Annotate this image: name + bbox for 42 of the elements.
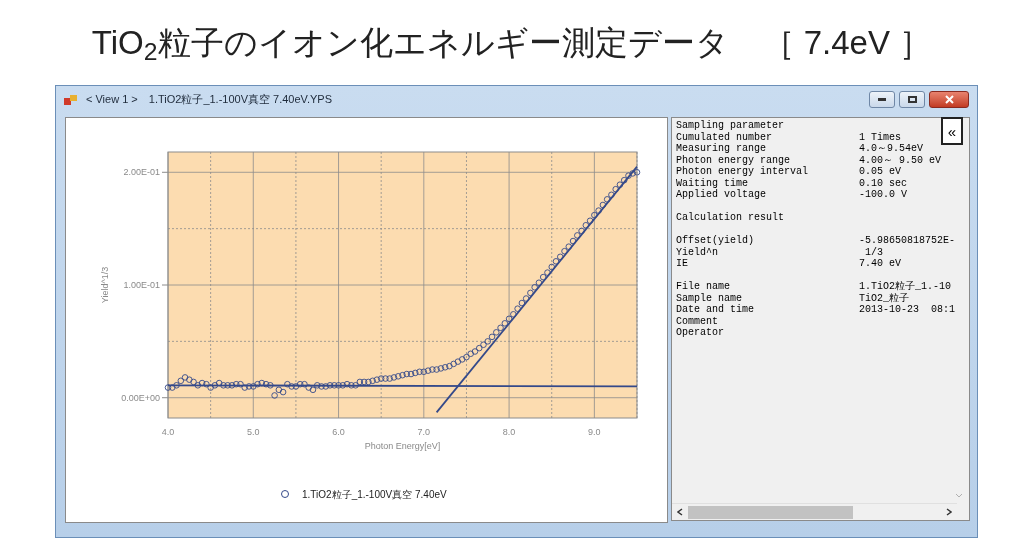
- page-heading: TiO$_{2}$粒子のイオン化エネルギー測定データ ［ 7.4eV ］: [91, 22, 933, 67]
- x-tick-label: 9.0: [588, 427, 601, 437]
- x-tick-label: 5.0: [247, 427, 260, 437]
- x-tick-label: 8.0: [502, 427, 516, 437]
- info-value: 2013-10-23 08:1: [859, 304, 955, 316]
- info-label: Date and time: [676, 304, 755, 316]
- info-label: Offset(yield): [676, 235, 755, 247]
- info-value: 0.05 eV: [859, 166, 901, 178]
- info-value: 7.40 eV: [859, 258, 901, 270]
- info-label: Cumulated number: [676, 131, 773, 143]
- info-label: Comment: [676, 315, 719, 327]
- info-label: Photon energy interval: [676, 166, 810, 178]
- legend-label: 1.TiO2粒子_1.-100V真空 7.40eV: [302, 489, 447, 500]
- info-value: -100.0 V: [859, 189, 907, 201]
- info-value: 0.10 sec: [859, 177, 907, 189]
- window-title: < View 1 > 1.TiO2粒子_1.-100V真空 7.40eV.YPS: [86, 92, 332, 108]
- info-label: Operator: [676, 327, 725, 339]
- info-label: Measuring range: [676, 143, 767, 155]
- info-label: IE: [676, 258, 689, 270]
- y-axis-label: Yield^1/3: [100, 266, 110, 304]
- info-label: Photon energy range: [676, 154, 792, 166]
- info-value: 1.TiO2粒子_1.-10: [859, 281, 951, 293]
- section-heading: Sampling parameter: [676, 120, 786, 132]
- info-label: Applied voltage: [676, 189, 767, 201]
- y-tick-label: 2.00E-01: [123, 167, 160, 178]
- info-value: -5.98650818752E-: [859, 235, 955, 247]
- x-axis-label: Photon Energy[eV]: [364, 441, 441, 451]
- x-tick-label: 7.0: [417, 427, 431, 437]
- info-label: File name: [676, 281, 731, 293]
- x-tick-label: 4.0: [161, 427, 175, 437]
- info-value: 1 Times: [859, 131, 901, 143]
- info-label: Waiting time: [676, 177, 749, 189]
- y-tick-label: 1.00E-01: [123, 280, 160, 290]
- x-tick-label: 6.0: [332, 427, 345, 437]
- info-value: TiO2_粒子: [859, 292, 909, 304]
- info-value: 4.0～9.54eV: [859, 143, 923, 155]
- info-value: 4.00～ 9.50 eV: [859, 154, 941, 166]
- info-label: Sample name: [676, 292, 743, 304]
- y-tick-label: 0.00E+00: [121, 392, 160, 403]
- info-value: 1/3: [864, 246, 883, 258]
- info-label: Yield^n: [676, 246, 719, 258]
- section-heading: Calculation result: [676, 212, 786, 224]
